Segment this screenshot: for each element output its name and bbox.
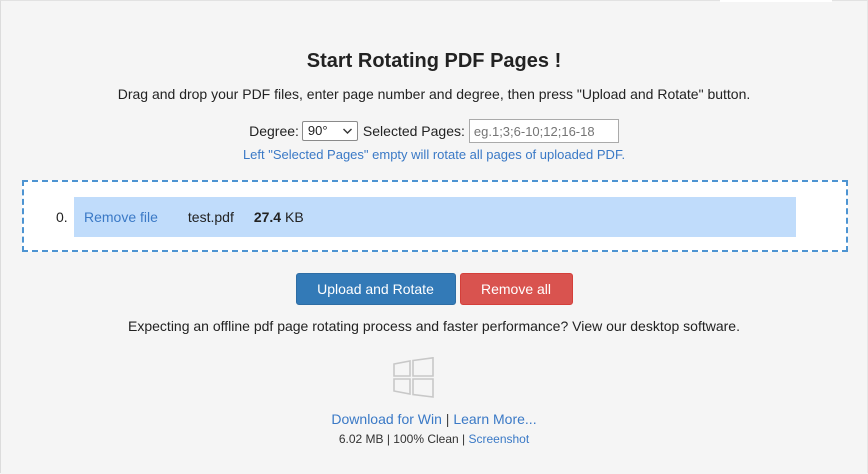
file-size-unit: KB <box>284 209 304 225</box>
file-name: test.pdf <box>187 209 234 225</box>
file-index: 0. <box>56 209 68 225</box>
upload-and-rotate-button[interactable]: Upload and Rotate <box>295 273 456 305</box>
selected-pages-label: Selected Pages: <box>362 123 465 139</box>
degree-label: Degree: <box>249 123 299 139</box>
file-dropzone[interactable]: 0. Remove file test.pdf 27.4 KB <box>22 180 848 252</box>
degree-select-value: 90° <box>307 123 328 138</box>
learn-more-link[interactable]: Learn More... <box>453 411 536 427</box>
action-buttons: Upload and Rotate Remove all <box>0 273 868 305</box>
remove-file-link[interactable]: Remove file <box>84 209 158 225</box>
instructions-text: Drag and drop your PDF files, enter page… <box>117 86 751 102</box>
selected-pages-note: Left "Selected Pages" empty will rotate … <box>242 147 626 162</box>
download-links: Download for Win | Learn More... <box>0 411 868 427</box>
file-size-value: 27.4 <box>253 209 282 225</box>
remove-all-button[interactable]: Remove all <box>459 273 573 305</box>
file-size: 27.4 KB <box>254 209 304 225</box>
degree-select[interactable]: 90° <box>301 121 358 141</box>
page-title: Start Rotating PDF Pages ! <box>306 50 562 72</box>
top-bar <box>720 0 832 2</box>
download-meta: 6.02 MB | 100% Clean | Screenshot <box>0 432 868 446</box>
selected-pages-input[interactable] <box>468 119 619 143</box>
download-for-win-link[interactable]: Download for Win <box>331 411 442 427</box>
download-separator: | <box>441 411 454 427</box>
rotate-controls: Degree: 90° Selected Pages: <box>0 119 868 143</box>
windows-icon <box>393 357 434 398</box>
screenshot-link[interactable]: Screenshot <box>468 432 529 446</box>
chevron-down-icon <box>342 128 352 134</box>
offline-promo-text: Expecting an offline pdf page rotating p… <box>128 318 740 334</box>
download-meta-text: 6.02 MB | 100% Clean | <box>338 432 469 446</box>
file-row: 0. Remove file test.pdf 27.4 KB <box>56 197 796 237</box>
